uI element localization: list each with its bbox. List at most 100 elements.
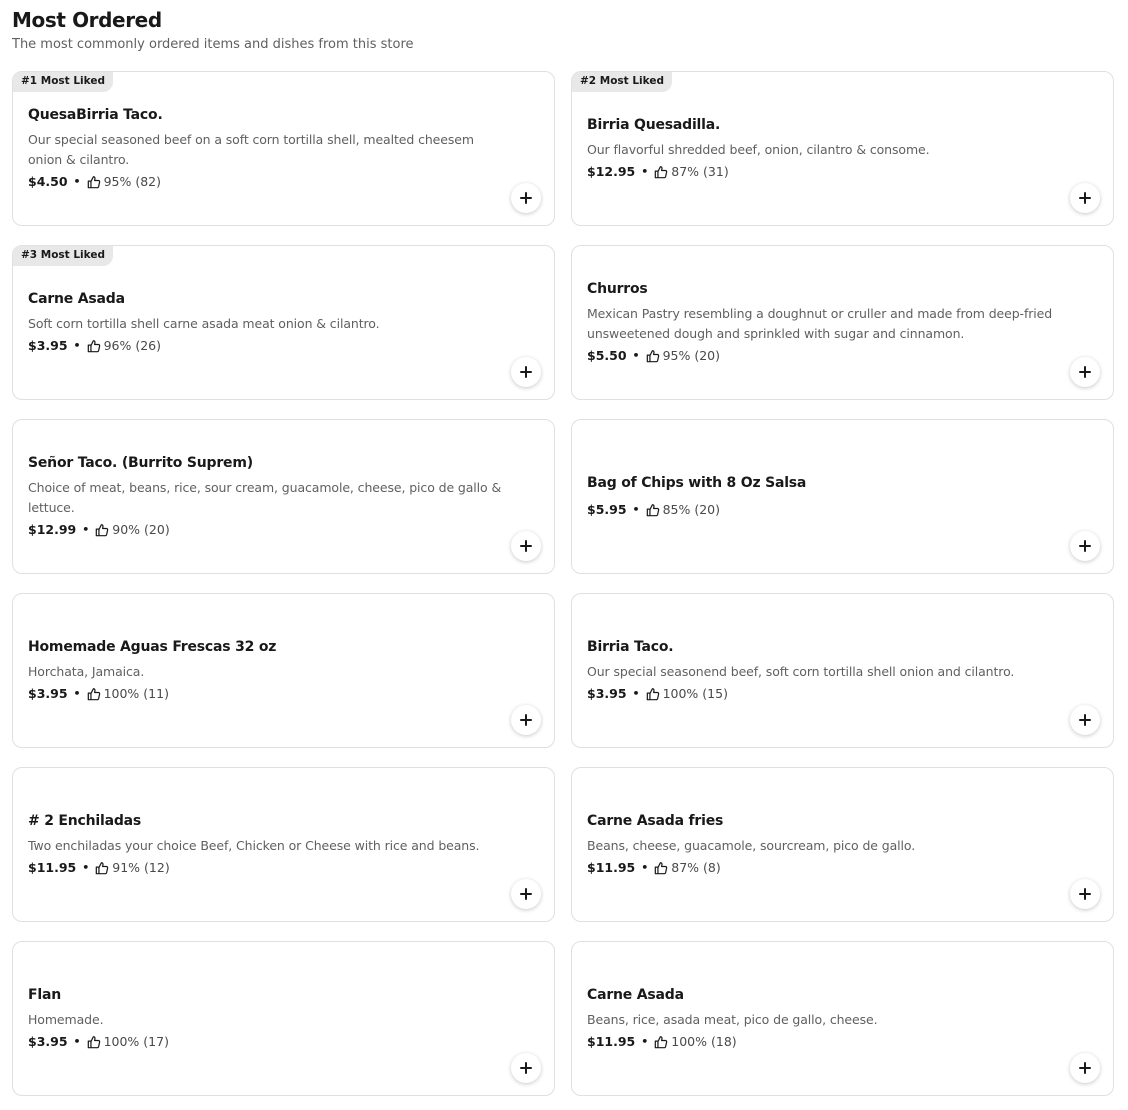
item-price: $12.95	[587, 163, 636, 179]
item-info: Homemade Aguas Frescas 32 oz Horchata, J…	[28, 638, 504, 704]
item-description: Homemade.	[28, 1011, 104, 1027]
item-name: Señor Taco. (Burrito Suprem)	[28, 454, 253, 471]
add-item-button[interactable]	[511, 1053, 541, 1083]
item-name: Carne Asada	[587, 986, 684, 1003]
add-item-button[interactable]	[1070, 357, 1100, 387]
item-info: Bag of Chips with 8 Oz Salsa $5.95 • 85%…	[587, 474, 1063, 520]
item-meta: $12.99 • 90% (20)	[28, 520, 504, 540]
item-rating: 91% (12)	[112, 859, 170, 875]
item-meta: $11.95 • 91% (12)	[28, 858, 504, 878]
item-meta: $5.50 • 95% (20)	[587, 346, 1063, 366]
item-name: Flan	[28, 986, 61, 1003]
item-info: Churros Mexican Pastry resembling a doug…	[587, 280, 1063, 366]
item-meta: $3.95 • 96% (26)	[28, 336, 504, 356]
add-item-button[interactable]	[511, 183, 541, 213]
item-price: $3.95	[587, 685, 627, 701]
item-name: Birria Quesadilla.	[587, 116, 721, 133]
menu-item-card[interactable]: Señor Taco. (Burrito Suprem) Choice of m…	[12, 419, 555, 574]
item-description: Our special seasoned beef on a soft corn…	[28, 131, 474, 167]
item-info: Birria Quesadilla. Our flavorful shredde…	[587, 116, 1063, 182]
separator-dot: •	[632, 348, 640, 362]
menu-item-card[interactable]: #2 Most Liked Birria Quesadilla. Our fla…	[571, 71, 1114, 226]
item-rating: 90% (20)	[112, 521, 170, 537]
item-price: $5.50	[587, 347, 627, 363]
add-item-button[interactable]	[511, 705, 541, 735]
item-meta: $12.95 • 87% (31)	[587, 162, 1063, 182]
plus-icon	[520, 888, 532, 900]
plus-icon	[520, 1062, 532, 1074]
menu-item-card[interactable]: Carne Asada Beans, rice, asada meat, pic…	[571, 941, 1114, 1096]
item-name: Bag of Chips with 8 Oz Salsa	[587, 474, 807, 491]
item-rating: 100% (17)	[103, 1033, 169, 1049]
item-meta: $11.95 • 87% (8)	[587, 858, 1063, 878]
item-price: $11.95	[587, 1033, 636, 1049]
menu-item-card[interactable]: Churros Mexican Pastry resembling a doug…	[571, 245, 1114, 400]
add-item-button[interactable]	[1070, 183, 1100, 213]
most-liked-badge: #1 Most Liked	[13, 72, 113, 92]
menu-item-card[interactable]: Bag of Chips with 8 Oz Salsa $5.95 • 85%…	[571, 419, 1114, 574]
plus-icon	[520, 540, 532, 552]
item-meta: $11.95 • 100% (18)	[587, 1032, 1063, 1052]
item-price: $3.95	[28, 685, 68, 701]
plus-icon	[1079, 366, 1091, 378]
item-name: Carne Asada	[28, 290, 125, 307]
menu-item-card[interactable]: Birria Taco. Our special seasonend beef,…	[571, 593, 1114, 748]
thumbs-up-icon	[646, 687, 659, 700]
separator-dot: •	[73, 338, 81, 352]
add-item-button[interactable]	[511, 357, 541, 387]
add-item-button[interactable]	[1070, 879, 1100, 909]
item-price: $12.99	[28, 521, 77, 537]
menu-item-card[interactable]: Flan Homemade. $3.95 • 100% (17)	[12, 941, 555, 1096]
thumbs-up-icon	[646, 503, 659, 516]
item-name: Carne Asada fries	[587, 812, 724, 829]
add-item-button[interactable]	[1070, 1053, 1100, 1083]
item-info: Carne Asada Beans, rice, asada meat, pic…	[587, 986, 1063, 1052]
item-name: Homemade Aguas Frescas 32 oz	[28, 638, 277, 655]
plus-icon	[1079, 540, 1091, 552]
thumbs-up-icon	[87, 339, 100, 352]
most-liked-badge: #2 Most Liked	[572, 72, 672, 92]
plus-icon	[1079, 888, 1091, 900]
item-meta: $5.95 • 85% (20)	[587, 500, 1063, 520]
plus-icon	[1079, 714, 1091, 726]
item-meta: $3.95 • 100% (17)	[28, 1032, 504, 1052]
item-rating: 85% (20)	[662, 501, 720, 517]
item-info: Carne Asada Soft corn tortilla shell car…	[28, 290, 504, 356]
item-description: Soft corn tortilla shell carne asada mea…	[28, 315, 380, 331]
plus-icon	[1079, 192, 1091, 204]
add-item-button[interactable]	[511, 531, 541, 561]
separator-dot: •	[82, 860, 90, 874]
thumbs-up-icon	[87, 1035, 100, 1048]
separator-dot: •	[641, 1034, 649, 1048]
section-subtitle: The most commonly ordered items and dish…	[12, 37, 414, 52]
item-info: Señor Taco. (Burrito Suprem) Choice of m…	[28, 454, 504, 540]
separator-dot: •	[641, 164, 649, 178]
thumbs-up-icon	[95, 861, 109, 874]
add-item-button[interactable]	[511, 879, 541, 909]
item-description: Our flavorful shredded beef, onion, cila…	[587, 141, 930, 157]
item-rating: 87% (31)	[671, 163, 729, 179]
add-item-button[interactable]	[1070, 705, 1100, 735]
item-name: QuesaBirria Taco.	[28, 106, 163, 123]
most-liked-badge: #3 Most Liked	[13, 246, 113, 266]
menu-item-card[interactable]: Homemade Aguas Frescas 32 oz Horchata, J…	[12, 593, 555, 748]
item-meta: $3.95 • 100% (11)	[28, 684, 504, 704]
item-description: Two enchiladas your choice Beef, Chicken…	[28, 837, 480, 853]
menu-item-card[interactable]: #3 Most Liked Carne Asada Soft corn tort…	[12, 245, 555, 400]
item-name: Birria Taco.	[587, 638, 674, 655]
item-description: Horchata, Jamaica.	[28, 663, 145, 679]
plus-icon	[1079, 1062, 1091, 1074]
item-meta: $4.50 • 95% (82)	[28, 172, 504, 192]
plus-icon	[520, 714, 532, 726]
separator-dot: •	[641, 860, 649, 874]
add-item-button[interactable]	[1070, 531, 1100, 561]
menu-item-card[interactable]: Carne Asada fries Beans, cheese, guacamo…	[571, 767, 1114, 922]
item-meta: $3.95 • 100% (15)	[587, 684, 1063, 704]
thumbs-up-icon	[654, 861, 668, 874]
item-info: QuesaBirria Taco. Our special seasoned b…	[28, 106, 504, 192]
item-rating: 87% (8)	[671, 859, 721, 875]
plus-icon	[520, 366, 532, 378]
menu-item-card[interactable]: # 2 Enchiladas Two enchiladas your choic…	[12, 767, 555, 922]
menu-item-card[interactable]: #1 Most Liked QuesaBirria Taco. Our spec…	[12, 71, 555, 226]
separator-dot: •	[73, 174, 81, 188]
